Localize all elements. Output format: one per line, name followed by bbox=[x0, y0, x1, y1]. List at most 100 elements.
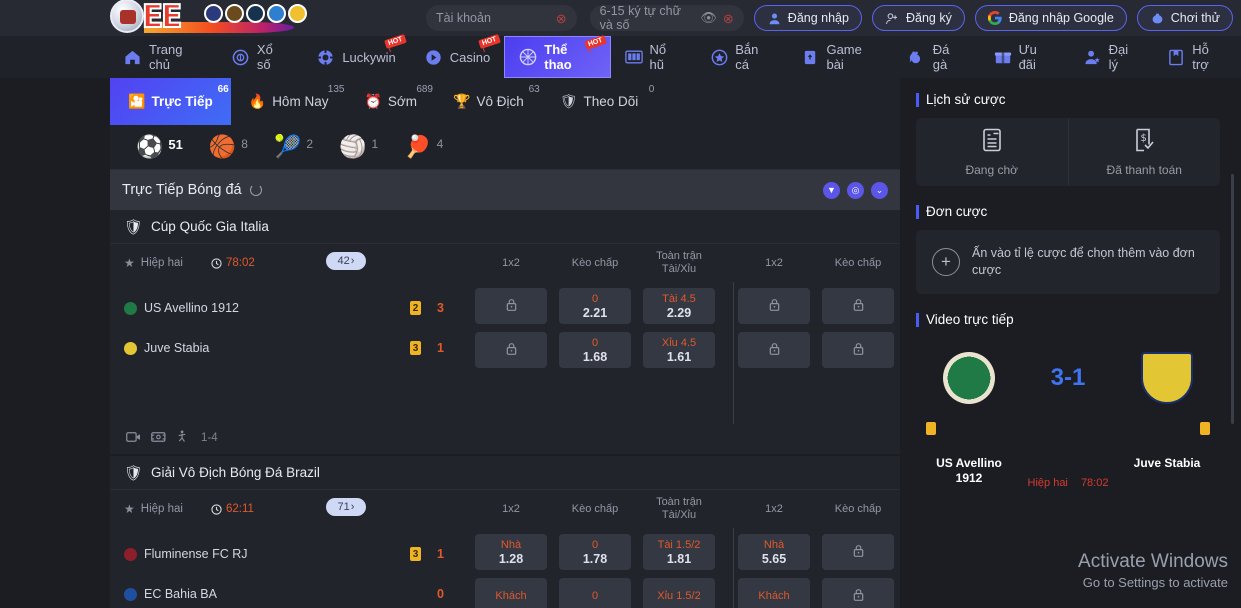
match-row[interactable]: Fluminense FC RJ EC Bahia BA 3 1 0 Nhà 1.28 Khá… bbox=[110, 528, 900, 608]
nav-item-xổ-số[interactable]: Xổ số bbox=[218, 36, 302, 78]
league-header[interactable]: 🛡 Giải Vô Địch Bóng Đá Brazil bbox=[110, 456, 900, 490]
col-header-handicap: Kèo chấp bbox=[571, 503, 619, 515]
paid-bets-button[interactable]: $ Đã thanh toán bbox=[1067, 118, 1221, 186]
sidebar-scrollbar[interactable] bbox=[1231, 174, 1234, 424]
subtab-hôm-nay[interactable]: 🔥 Hôm Nay 135 bbox=[231, 78, 347, 125]
away-team: EC Bahia BA bbox=[124, 574, 406, 608]
away-team-crest-icon bbox=[124, 587, 137, 601]
app-root: EE Tài khoản ⊗ 6-15 ký tự chữ và số 👁 ⊗ … bbox=[0, 0, 1241, 608]
subtab-theo-dõi[interactable]: 🛡 Theo Dõi 0 bbox=[542, 78, 657, 125]
away-team-name: EC Bahia BA bbox=[144, 587, 217, 601]
market-count: 71 bbox=[337, 501, 350, 513]
subtab-sớm[interactable]: ⏰ Sớm 689 bbox=[346, 78, 435, 125]
odds-cell-locked[interactable] bbox=[822, 534, 894, 570]
clear-icon[interactable]: ⊗ bbox=[723, 12, 734, 25]
nav-item-bắn-cá[interactable]: Bắn cá bbox=[696, 36, 787, 78]
sport-filter-football[interactable]: ⚽ 51 bbox=[136, 136, 183, 158]
pending-bets-button[interactable]: Đang chờ bbox=[916, 118, 1068, 186]
google-login-button[interactable]: Đăng nhập Google bbox=[974, 5, 1127, 31]
match-list[interactable]: 🛡 Cúp Quốc Gia Italia ★ Hiệp hai 78:02 42 › 1x2… bbox=[110, 210, 900, 608]
nav-item-label: Đá gà bbox=[932, 42, 950, 72]
col-header-fulltime-ou: Toàn trận Tài/Xỉu bbox=[656, 250, 702, 275]
odds-cell[interactable]: Khách bbox=[738, 578, 810, 608]
odds-cell[interactable]: Khách bbox=[475, 578, 547, 608]
sport-filter-volleyball[interactable]: 🏐 1 bbox=[339, 136, 378, 158]
nav-item-đá-gà[interactable]: Đá gà bbox=[894, 36, 980, 78]
video-icon[interactable] bbox=[126, 431, 141, 446]
nav-item-thể-thao[interactable]: Thể thao HOT bbox=[504, 35, 611, 78]
lottery-icon bbox=[232, 48, 250, 67]
password-input[interactable]: 6-15 ký tự chữ và số 👁 ⊗ bbox=[589, 4, 744, 32]
col-header-1x2: 1x2 bbox=[502, 503, 520, 515]
odds-cell[interactable]: Xỉu 4.5 1.61 bbox=[643, 332, 715, 368]
odds-cell[interactable]: Tài 4.5 2.29 bbox=[643, 288, 715, 324]
pending-icon bbox=[981, 128, 1003, 157]
register-button[interactable]: Đăng ký bbox=[871, 5, 965, 31]
odds-cell-locked[interactable] bbox=[475, 332, 547, 368]
home-team-name: Fluminense FC RJ bbox=[144, 547, 248, 561]
nav-item-trang-chủ[interactable]: Trang chủ bbox=[110, 36, 218, 78]
odds-cell-locked[interactable] bbox=[822, 578, 894, 608]
odds-cell-locked[interactable] bbox=[738, 332, 810, 368]
odds-cell[interactable]: 0 1.68 bbox=[559, 332, 631, 368]
odds-cell[interactable]: 0 2.21 bbox=[559, 288, 631, 324]
time-filter-tabs: 🎦 Trực Tiếp 66 🔥 Hôm Nay 135 ⏰ Sớm 689 🏆 Vô Địch 63… bbox=[110, 78, 900, 125]
odds-value: 1.28 bbox=[498, 551, 524, 566]
collapse-all-icon[interactable]: ⌄ bbox=[871, 181, 888, 199]
odds-cell-locked[interactable] bbox=[822, 332, 894, 368]
nav-item-đại-lý[interactable]: Đại lý bbox=[1070, 36, 1154, 78]
subtab-trực-tiếp[interactable]: 🎦 Trực Tiếp 66 bbox=[110, 78, 231, 125]
odds-cell[interactable]: Nhà 1.28 bbox=[475, 534, 547, 570]
subtab-vô-địch[interactable]: 🏆 Vô Địch 63 bbox=[435, 78, 542, 125]
odds-cell[interactable]: 0 bbox=[559, 578, 631, 608]
video-period: Hiệp hai bbox=[1027, 477, 1068, 489]
watermark-line2: Go to Settings to activate bbox=[1082, 575, 1228, 590]
settings-icon[interactable]: ◎ bbox=[847, 181, 864, 199]
bet-history-header: Lịch sử cược bbox=[916, 92, 1220, 107]
subtab-count: 63 bbox=[528, 84, 540, 95]
eye-off-icon[interactable]: 👁 bbox=[700, 10, 717, 26]
watermark-line1: Activate Windows bbox=[1078, 551, 1228, 572]
league-name: Giải Vô Địch Bóng Đá Brazil bbox=[151, 465, 320, 480]
odds-cell-locked[interactable] bbox=[475, 288, 547, 324]
trial-button[interactable]: Chơi thử bbox=[1136, 5, 1233, 31]
lock-icon bbox=[852, 544, 865, 561]
odds-cell-locked[interactable] bbox=[822, 288, 894, 324]
betslip-empty-box[interactable]: + Ấn vào tỉ lệ cược để chọn thêm vào đơn… bbox=[916, 230, 1220, 294]
score-column: 310 bbox=[410, 534, 470, 608]
stats-icon[interactable] bbox=[176, 430, 187, 446]
home-score-row: 31 bbox=[410, 534, 470, 574]
odds-cell-locked[interactable] bbox=[738, 288, 810, 324]
match-clock-text: 62:11 bbox=[225, 503, 254, 515]
favorite-icon[interactable]: ★ bbox=[124, 502, 135, 516]
odds-label: 0 bbox=[591, 292, 599, 305]
league-header[interactable]: 🛡 Cúp Quốc Gia Italia bbox=[110, 210, 900, 244]
nav-item-game-bài[interactable]: Game bài bbox=[787, 36, 893, 78]
home-team-crest-icon bbox=[124, 547, 137, 561]
animation-icon[interactable] bbox=[151, 431, 166, 446]
sport-filter-table-tennis[interactable]: 🏓 4 bbox=[404, 136, 443, 158]
nav-item-label: Game bài bbox=[826, 42, 862, 72]
odds-cell[interactable]: Nhà 5.65 bbox=[738, 534, 810, 570]
sport-filter-basketball[interactable]: 🏀 8 bbox=[209, 136, 248, 158]
bet-history-title: Lịch sử cược bbox=[926, 92, 1006, 107]
nav-item-nổ-hũ[interactable]: Nổ hũ bbox=[611, 36, 697, 78]
favorite-icon[interactable]: ★ bbox=[124, 256, 135, 270]
odds-cell[interactable]: 0 1.78 bbox=[559, 534, 631, 570]
odds-cell[interactable]: Tài 1.5/2 1.81 bbox=[643, 534, 715, 570]
market-count-button[interactable]: 71 › bbox=[326, 498, 366, 516]
market-count-button[interactable]: 42 › bbox=[326, 252, 366, 270]
nav-item-casino[interactable]: Casino HOT bbox=[410, 34, 504, 78]
nav-item-luckywin[interactable]: Luckywin HOT bbox=[302, 34, 409, 78]
account-input[interactable]: Tài khoản ⊗ bbox=[426, 5, 577, 31]
sport-filter-tennis[interactable]: 🎾 2 bbox=[274, 136, 313, 158]
clear-icon[interactable]: ⊗ bbox=[556, 12, 567, 25]
filter-icon[interactable]: ▼ bbox=[823, 181, 840, 199]
nav-item-ưu-đãi[interactable]: Ưu đãi bbox=[980, 36, 1070, 78]
site-logo[interactable]: EE bbox=[110, 0, 307, 36]
sport-count: 4 bbox=[436, 137, 444, 151]
odds-cell[interactable]: Xỉu 1.5/2 bbox=[643, 578, 715, 608]
match-row[interactable]: US Avellino 1912 Juve Stabia 2 3 3 1 0 2.21 0 1.6… bbox=[110, 282, 900, 424]
login-button[interactable]: Đăng nhập bbox=[753, 5, 862, 31]
nav-item-hỗ-trợ[interactable]: Hỗ trợ bbox=[1153, 36, 1241, 78]
